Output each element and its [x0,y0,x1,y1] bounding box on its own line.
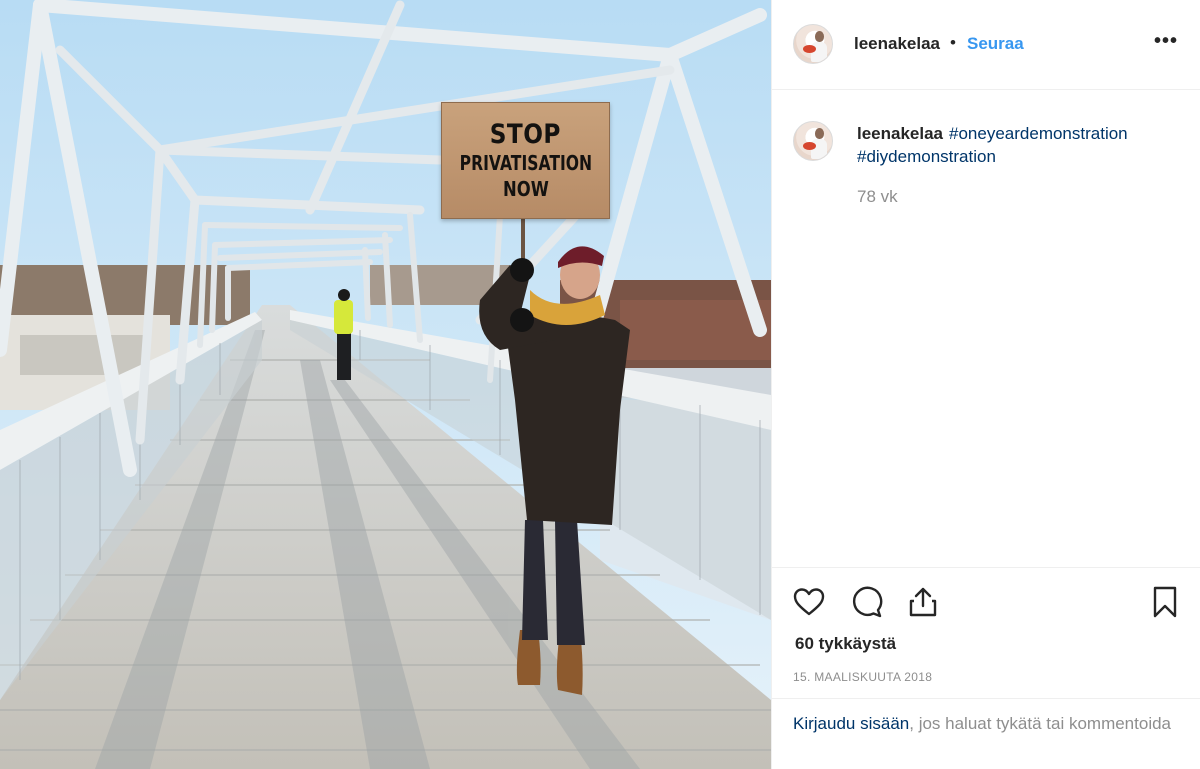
follow-button[interactable]: Seuraa [967,34,1024,54]
post-side-panel: leenakelaa • Seuraa ••• leenakelaa #oneye… [771,0,1200,769]
protest-sign: STOP PRIVATISATION NOW [441,102,610,219]
post-header: leenakelaa • Seuraa ••• [772,0,1200,90]
avatar[interactable] [793,24,833,64]
caption-username-link[interactable]: leenakelaa [857,124,943,143]
more-options-icon[interactable]: ••• [1154,30,1178,53]
username-link[interactable]: leenakelaa [854,34,940,54]
action-bar: 60 tykkäystä 15. MAALISKUUTA 2018 [772,567,1200,699]
login-prompt: Kirjaudu sisään, jos haluat tykätä tai k… [772,698,1200,769]
share-icon[interactable] [906,585,940,619]
post-date: 15. MAALISKUUTA 2018 [793,670,933,684]
sign-line-2: PRIVATISATION [459,150,592,175]
sign-line-3: NOW [502,176,549,201]
login-rest-text: , jos haluat tykätä tai kommentoida [909,714,1171,733]
comment-icon[interactable] [850,585,884,619]
hashtag-link[interactable]: #diydemonstration [857,147,996,166]
likes-count[interactable]: 60 tykkäystä [795,634,896,654]
bookmark-icon[interactable] [1148,585,1182,619]
post-photo[interactable]: STOP PRIVATISATION NOW [0,0,771,769]
heart-icon[interactable] [792,585,826,619]
login-text: Kirjaudu sisään, jos haluat tykätä tai k… [793,712,1173,736]
caption-avatar[interactable] [793,121,833,161]
bridge-scene [0,0,771,769]
caption-text: leenakelaa #oneyeardemonstration #diydemo… [857,122,1177,168]
sign-line-1: STOP [489,118,562,150]
separator-dot: • [950,33,956,52]
login-link[interactable]: Kirjaudu sisään [793,714,909,733]
post-age[interactable]: 78 vk [857,187,898,207]
hashtag-link[interactable]: #oneyeardemonstration [949,124,1128,143]
